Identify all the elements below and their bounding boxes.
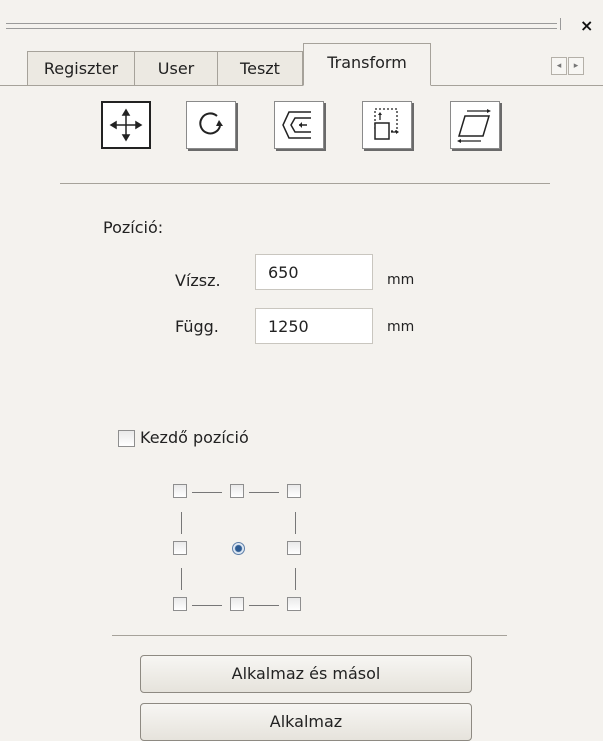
tab-regiszter[interactable]: Regiszter [27,51,135,85]
vertical-position-input[interactable] [255,308,373,344]
start-position-checkbox[interactable] [118,430,135,447]
horizontal-unit: mm [387,272,415,288]
horizontal-position-input[interactable] [255,254,373,290]
anchor-connector [295,568,296,590]
skew-tool-button[interactable] [450,101,500,149]
tab-teszt[interactable]: Teszt [217,51,303,85]
tools-separator [60,183,550,184]
anchor-bottom-right-checkbox[interactable] [287,597,301,611]
anchor-top-center-checkbox[interactable] [230,484,244,498]
close-icon[interactable]: × [580,16,593,35]
anchor-middle-left-checkbox[interactable] [173,541,187,555]
start-position-label: Kezdő pozíció [140,428,249,447]
anchor-connector [249,492,279,493]
tab-strip: Regiszter User Teszt Transform ◂ ▸ [0,40,603,86]
rotate-tool-button[interactable] [186,101,236,149]
size-tool-button[interactable] [362,101,412,149]
anchor-top-left-checkbox[interactable] [173,484,187,498]
move-tool-button[interactable] [101,101,151,149]
panel-titlebar: × [0,0,603,40]
vertical-unit: mm [387,319,415,335]
anchor-center-radio[interactable] [232,542,245,555]
scale-icon [282,111,311,139]
anchor-middle-right-checkbox[interactable] [287,541,301,555]
anchor-connector [181,568,182,590]
apply-button[interactable]: Alkalmaz [140,703,472,741]
rotate-icon [199,112,223,135]
anchor-top-right-checkbox[interactable] [287,484,301,498]
tab-scroll-left-icon[interactable]: ◂ [551,57,567,75]
tab-transform[interactable]: Transform [303,43,431,86]
anchor-connector [181,512,182,534]
anchor-bottom-center-checkbox[interactable] [230,597,244,611]
tab-user[interactable]: User [134,51,218,85]
anchor-connector [249,605,279,606]
anchor-bottom-left-checkbox[interactable] [173,597,187,611]
size-icon [374,108,399,140]
drag-grip[interactable] [6,23,557,29]
position-section-label: Pozíció: [103,218,164,237]
vertical-label: Függ. [175,317,219,336]
horizontal-label: Vízsz. [175,271,221,290]
buttons-separator [112,635,507,636]
scale-tool-button[interactable] [274,101,324,149]
move-icon [109,108,143,142]
anchor-connector [192,605,222,606]
tab-scroll-right-icon[interactable]: ▸ [568,57,584,75]
anchor-connector [192,492,222,493]
anchor-connector [295,512,296,534]
grip-divider [560,18,561,30]
apply-and-copy-button[interactable]: Alkalmaz és másol [140,655,472,693]
skew-icon [457,109,491,143]
